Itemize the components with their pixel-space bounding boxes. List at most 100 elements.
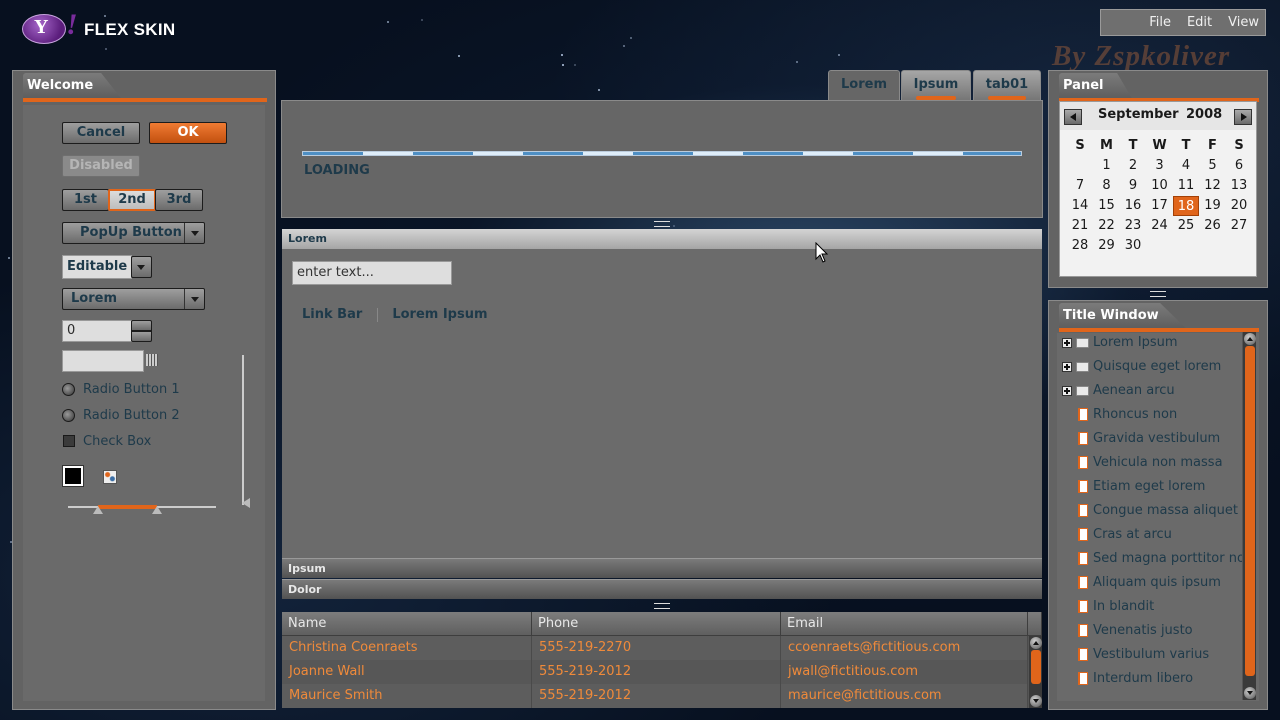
- next-month-icon[interactable]: [1234, 109, 1252, 125]
- accordion-header-ipsum[interactable]: Ipsum: [282, 558, 1042, 578]
- calendar-day[interactable]: 28: [1067, 236, 1093, 256]
- lorem-combo[interactable]: Lorem: [62, 288, 205, 310]
- column-header-email[interactable]: Email: [781, 612, 1028, 636]
- column-header-name[interactable]: Name: [282, 612, 532, 636]
- calendar-day[interactable]: 29: [1094, 236, 1120, 256]
- expand-plus-icon[interactable]: [1062, 362, 1072, 372]
- accordion-header-lorem[interactable]: Lorem: [282, 229, 1042, 249]
- calendar-day[interactable]: 30: [1120, 236, 1146, 256]
- tree-folder[interactable]: Aenean arcu: [1062, 379, 1242, 403]
- calendar-day[interactable]: 9: [1120, 176, 1146, 196]
- ok-button[interactable]: OK: [149, 122, 227, 144]
- expand-plus-icon[interactable]: [1062, 386, 1072, 396]
- calendar-day[interactable]: 8: [1094, 176, 1120, 196]
- grid-scrollbar[interactable]: [1028, 636, 1042, 708]
- prev-month-icon[interactable]: [1064, 109, 1082, 125]
- calendar-day[interactable]: 13: [1226, 176, 1252, 196]
- panel-divider-handle[interactable]: [282, 220, 1042, 227]
- range-thumb-left-icon[interactable]: [92, 501, 103, 514]
- calendar-day[interactable]: 10: [1147, 176, 1173, 196]
- tab-tab01[interactable]: tab01: [973, 70, 1041, 100]
- calendar-day[interactable]: 4: [1173, 156, 1199, 176]
- editable-combo-arrow[interactable]: [131, 256, 152, 278]
- date-field[interactable]: [62, 350, 144, 372]
- calendar-day[interactable]: 7: [1067, 176, 1093, 196]
- calendar-day[interactable]: 3: [1147, 156, 1173, 176]
- calendar-day[interactable]: 16: [1120, 196, 1146, 216]
- chevron-down-icon[interactable]: [184, 223, 204, 243]
- tree-item[interactable]: Etiam eget lorem: [1062, 475, 1242, 499]
- stepper-input[interactable]: 0: [62, 320, 132, 342]
- tree-item[interactable]: Vehicula non massa: [1062, 451, 1242, 475]
- calendar-day[interactable]: 1: [1094, 156, 1120, 176]
- segment-3rd[interactable]: 3rd: [155, 189, 203, 211]
- tree-item[interactable]: Venenatis justo: [1062, 619, 1242, 643]
- vertical-slider[interactable]: [236, 355, 250, 510]
- calendar-day[interactable]: 22: [1094, 216, 1120, 236]
- tree-scrollbar[interactable]: [1242, 332, 1256, 700]
- numeric-stepper[interactable]: 0: [62, 320, 152, 342]
- tree-folder[interactable]: Lorem Ipsum: [1062, 331, 1242, 355]
- scroll-thumb[interactable]: [1031, 650, 1041, 684]
- lorem-ipsum-link[interactable]: Lorem Ipsum: [392, 307, 487, 322]
- tree-item[interactable]: In blandit: [1062, 595, 1242, 619]
- tree-item[interactable]: Rhoncus non: [1062, 403, 1242, 427]
- table-row[interactable]: Maurice Smith 555-219-2012 maurice@ficti…: [282, 684, 1028, 708]
- popup-button[interactable]: PopUp Button: [62, 222, 205, 244]
- radio-button-1[interactable]: [62, 383, 75, 396]
- calendar-day[interactable]: 26: [1200, 216, 1226, 236]
- menu-view[interactable]: View: [1228, 15, 1259, 30]
- stepper-up-icon[interactable]: [131, 320, 152, 331]
- column-header-phone[interactable]: Phone: [532, 612, 781, 636]
- color-palette-icon[interactable]: [103, 470, 117, 484]
- stepper-down-icon[interactable]: [131, 331, 152, 342]
- panel-divider-handle[interactable]: [282, 602, 1042, 609]
- expand-plus-icon[interactable]: [1062, 338, 1072, 348]
- table-row[interactable]: Christina Coenraets 555-219-2270 ccoenra…: [282, 636, 1028, 660]
- calendar-day[interactable]: 5: [1200, 156, 1226, 176]
- scroll-up-icon[interactable]: [1244, 333, 1256, 345]
- range-thumb-right-icon[interactable]: [151, 501, 162, 514]
- editable-combo[interactable]: Editable: [62, 255, 152, 279]
- tab-lorem[interactable]: Lorem: [828, 70, 900, 101]
- range-slider[interactable]: [68, 500, 216, 514]
- tab-ipsum[interactable]: Ipsum: [901, 70, 971, 100]
- panel-divider-handle[interactable]: [1048, 290, 1268, 297]
- calendar-day[interactable]: 17: [1147, 196, 1173, 216]
- tree-item[interactable]: Sed magna porttitor no: [1062, 547, 1242, 571]
- calendar-day[interactable]: 11: [1173, 176, 1199, 196]
- tree-item[interactable]: Congue massa aliquet s: [1062, 499, 1242, 523]
- calendar-day[interactable]: 19: [1200, 196, 1226, 216]
- tree-item[interactable]: Cras at arcu: [1062, 523, 1242, 547]
- editable-combo-input[interactable]: Editable: [62, 255, 132, 279]
- color-picker[interactable]: [62, 465, 84, 487]
- calendar-day[interactable]: 27: [1226, 216, 1252, 236]
- tree-item[interactable]: Vestibulum varius: [1062, 643, 1242, 667]
- accordion-header-dolor[interactable]: Dolor: [282, 579, 1042, 599]
- calendar-day[interactable]: 23: [1120, 216, 1146, 236]
- vertical-slider-thumb-icon[interactable]: [237, 498, 250, 508]
- tree-item[interactable]: Interdum libero: [1062, 667, 1242, 691]
- calendar-day[interactable]: 21: [1067, 216, 1093, 236]
- text-input[interactable]: enter text...: [292, 261, 452, 285]
- segment-1st[interactable]: 1st: [62, 189, 109, 211]
- calendar-grid-icon[interactable]: [146, 354, 158, 366]
- calendar-day[interactable]: 24: [1147, 216, 1173, 236]
- check-box[interactable]: [63, 435, 75, 447]
- scroll-down-icon[interactable]: [1244, 687, 1256, 699]
- scroll-up-icon[interactable]: [1030, 637, 1042, 649]
- chevron-down-icon[interactable]: [184, 289, 204, 309]
- segment-2nd[interactable]: 2nd: [108, 189, 156, 211]
- tree-item[interactable]: Aliquam quis ipsum: [1062, 571, 1242, 595]
- menu-edit[interactable]: Edit: [1187, 15, 1212, 30]
- calendar-day[interactable]: 12: [1200, 176, 1226, 196]
- scroll-thumb[interactable]: [1245, 346, 1255, 676]
- cancel-button[interactable]: Cancel: [62, 122, 140, 144]
- calendar-day[interactable]: 20: [1226, 196, 1252, 216]
- calendar-day[interactable]: 14: [1067, 196, 1093, 216]
- calendar-day-selected[interactable]: 18: [1173, 196, 1199, 216]
- calendar-day[interactable]: 15: [1094, 196, 1120, 216]
- table-row[interactable]: Joanne Wall 555-219-2012 jwall@fictitiou…: [282, 660, 1028, 684]
- calendar-day[interactable]: 25: [1173, 216, 1199, 236]
- calendar-day[interactable]: 2: [1120, 156, 1146, 176]
